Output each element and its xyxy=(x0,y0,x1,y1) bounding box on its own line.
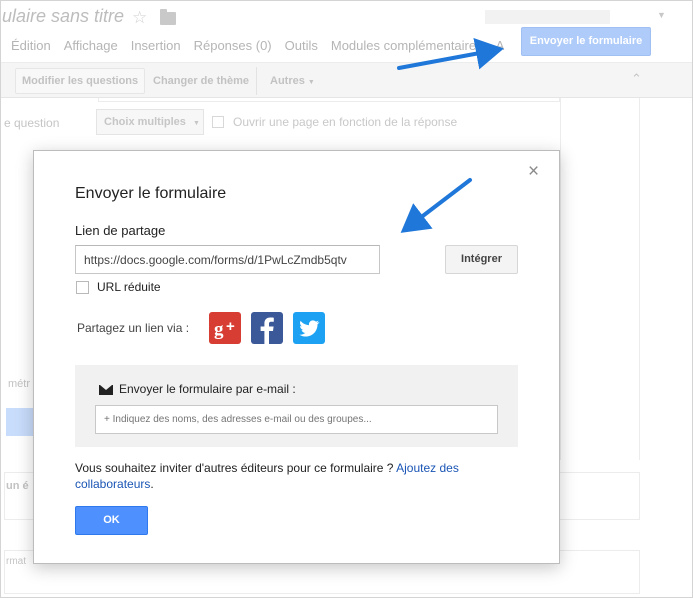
menu-item-view[interactable]: Affichage xyxy=(64,38,118,53)
menu-item-addons[interactable]: Modules complémentaires xyxy=(331,38,483,53)
menu-bar: Édition Affichage Insertion Réponses (0)… xyxy=(11,38,504,53)
menu-item-insert[interactable]: Insertion xyxy=(131,38,181,53)
more-menu-button[interactable]: Autres ▼ xyxy=(263,68,322,94)
embed-button[interactable]: Intégrer xyxy=(445,245,518,274)
menu-item-edit[interactable]: Édition xyxy=(11,38,51,53)
editor-toolbar: Modifier les questions Changer de thème … xyxy=(0,62,693,98)
change-theme-button[interactable]: Changer de thème xyxy=(146,68,256,94)
invite-end: . xyxy=(150,477,154,491)
email-recipients-input[interactable] xyxy=(95,405,498,434)
ok-button[interactable]: OK xyxy=(75,506,148,535)
menu-item-responses[interactable]: Réponses (0) xyxy=(194,38,272,53)
send-form-button[interactable]: Envoyer le formulaire xyxy=(521,27,651,56)
question-title-field[interactable] xyxy=(98,98,560,102)
question-type-select[interactable]: Choix multiples ▼ xyxy=(96,109,204,135)
chevron-down-icon: ▼ xyxy=(192,120,200,127)
side-button[interactable] xyxy=(6,408,34,436)
menu-item-help[interactable]: A xyxy=(496,38,505,53)
short-url-label: URL réduite xyxy=(97,280,161,294)
google-plus-icon[interactable]: g + xyxy=(209,312,241,344)
twitter-icon[interactable] xyxy=(293,312,325,344)
invite-question: Vous souhaitez inviter d'autres éditeurs… xyxy=(75,461,394,475)
edit-questions-button[interactable]: Modifier les questions xyxy=(15,68,146,94)
question-type-label: e question xyxy=(4,116,60,130)
mail-icon xyxy=(99,385,113,395)
share-link-input[interactable] xyxy=(75,245,380,274)
folder-icon[interactable] xyxy=(160,9,176,25)
collapse-icon[interactable]: ⌃ xyxy=(631,71,642,87)
menu-item-tools[interactable]: Outils xyxy=(285,38,318,53)
chevron-down-icon[interactable]: ▼ xyxy=(657,10,666,20)
close-icon[interactable]: × xyxy=(528,162,539,182)
facebook-icon[interactable] xyxy=(251,312,283,344)
more-menu-label: Autres xyxy=(270,75,305,87)
share-via-label: Partagez un lien via : xyxy=(77,321,190,335)
svg-text:+: + xyxy=(226,318,235,335)
side-text: un é xyxy=(6,480,29,492)
question-type-value: Choix multiples xyxy=(104,116,186,128)
email-share-panel: Envoyer le formulaire par e-mail : xyxy=(75,365,518,447)
send-form-dialog: × Envoyer le formulaire Lien de partage … xyxy=(33,150,560,564)
account-area[interactable] xyxy=(485,10,610,24)
dialog-title: Envoyer le formulaire xyxy=(75,185,227,202)
side-text: métr xyxy=(8,378,30,390)
email-share-label: Envoyer le formulaire par e-mail : xyxy=(119,382,296,396)
page-branch-label: Ouvrir une page en fonction de la répons… xyxy=(233,115,458,129)
side-text: rmat xyxy=(6,556,26,567)
page-branch-checkbox[interactable] xyxy=(212,116,224,128)
short-url-checkbox[interactable] xyxy=(76,281,89,294)
share-link-label: Lien de partage xyxy=(75,223,166,238)
toolbar-divider xyxy=(256,67,257,95)
chevron-down-icon: ▼ xyxy=(307,79,315,86)
invite-editors-text: Vous souhaitez inviter d'autres éditeurs… xyxy=(75,460,515,492)
svg-text:g: g xyxy=(214,319,224,340)
document-title[interactable]: ulaire sans titre xyxy=(2,6,124,27)
question-panel-edge xyxy=(560,98,640,460)
star-icon[interactable]: ☆ xyxy=(132,8,147,28)
